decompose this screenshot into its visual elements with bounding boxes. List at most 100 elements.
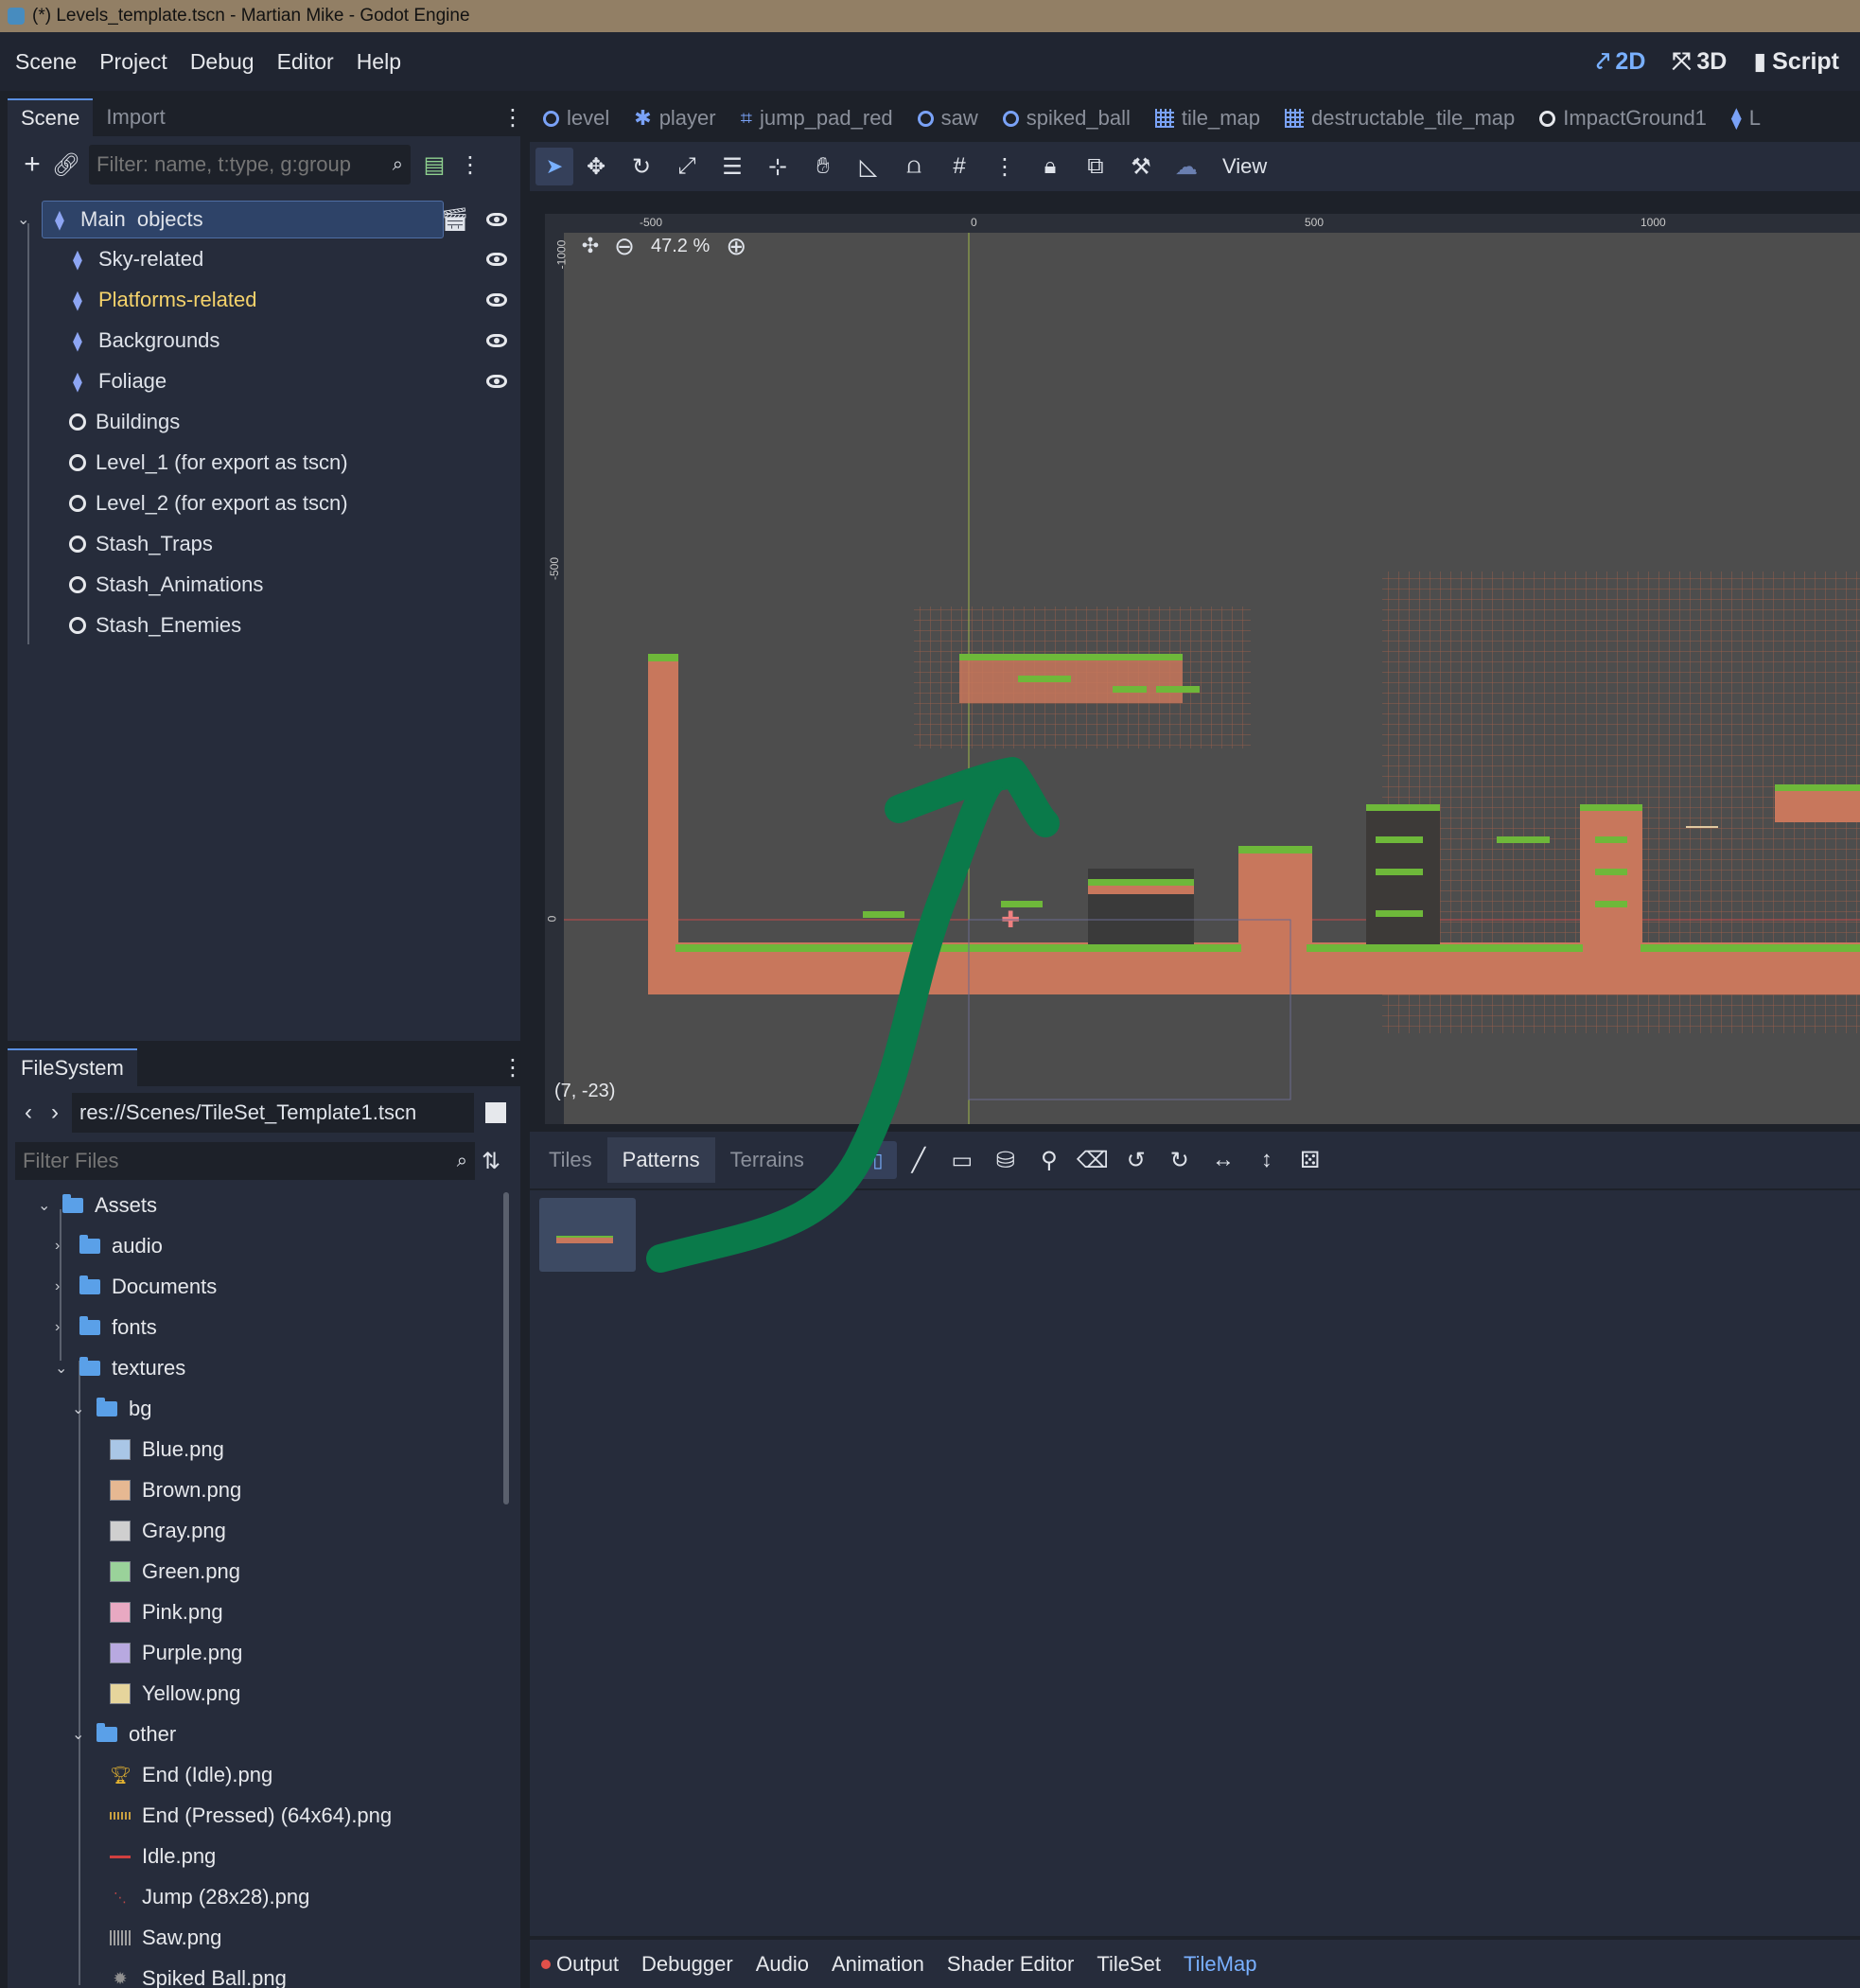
dock-menu-icon[interactable]: ⋮ [501, 1054, 520, 1082]
tab-filesystem[interactable]: FileSystem [8, 1048, 137, 1086]
zoom-out-icon[interactable]: ⊖ [607, 232, 641, 261]
chevron-down-icon[interactable]: ⌄ [72, 1725, 89, 1744]
editor-tab-destructable-tile-map[interactable]: destructable_tile_map [1285, 106, 1515, 131]
tree-node-sky-related[interactable]: ⧫ Sky-related [17, 240, 518, 278]
rotate-tool-icon[interactable]: ↻ [619, 153, 664, 181]
folder-fonts[interactable]: › fonts [55, 1309, 157, 1346]
rect-icon[interactable]: ▭ [940, 1147, 984, 1174]
file-end-pressed-png[interactable]: End (Pressed) (64x64).png [110, 1797, 392, 1835]
tab-terrains[interactable]: Terrains [714, 1137, 819, 1183]
scene-options-icon[interactable]: ⋮ [458, 151, 483, 179]
path-field[interactable]: res://Scenes/TileSet_Template1.tscn [72, 1093, 474, 1133]
bottom-tab-tileset[interactable]: TileSet [1097, 1952, 1161, 1977]
list-select-icon[interactable]: ☰ [710, 153, 755, 181]
folder-other[interactable]: ⌄ other [72, 1715, 176, 1753]
move-tool-icon[interactable]: ✥ [573, 153, 619, 181]
bottom-tab-output[interactable]: Output [556, 1952, 619, 1977]
editor-tab-tile-map[interactable]: tile_map [1154, 106, 1260, 131]
file-pink-png[interactable]: Pink.png [110, 1593, 223, 1631]
tab-tiles[interactable]: Tiles [534, 1137, 607, 1183]
tree-node-main-objects[interactable]: ⌄ ⧫ Main objects 🎬︎ [17, 201, 518, 238]
bottom-tab-debugger[interactable]: Debugger [641, 1952, 733, 1977]
folder-audio[interactable]: › audio [55, 1227, 163, 1265]
file-gray-png[interactable]: Gray.png [110, 1512, 226, 1550]
flip-horizontal-icon[interactable]: ↔ [1202, 1147, 1245, 1173]
workspace-script-button[interactable]: ▮ Script [1753, 47, 1839, 76]
clapperboard-icon[interactable]: 🎬︎ [441, 206, 469, 234]
tree-node-level-1[interactable]: Level_1 (for export as tscn) [17, 444, 518, 482]
picker-icon[interactable]: ⚲ [1027, 1147, 1071, 1174]
tile-select-button[interactable]: ▯ [858, 1141, 897, 1179]
visibility-eye-icon[interactable] [486, 293, 507, 307]
file-end-idle-png[interactable]: 🏆︎ End (Idle).png [110, 1756, 272, 1794]
tree-node-level-2[interactable]: Level_2 (for export as tscn) [17, 484, 518, 522]
tab-patterns[interactable]: Patterns [606, 1137, 715, 1183]
folder-assets[interactable]: ⌄ Assets [38, 1187, 157, 1224]
file-spiked-ball-png[interactable]: ✹ Spiked Ball.png [110, 1960, 286, 1988]
visibility-eye-icon[interactable] [486, 213, 507, 226]
attach-script-icon[interactable]: ▤ [411, 151, 458, 179]
tree-node-platforms-related[interactable]: ⧫ Platforms-related [17, 281, 518, 319]
bottom-tab-animation[interactable]: Animation [832, 1952, 924, 1977]
lock-icon[interactable]: 🔒︎ [1027, 153, 1073, 180]
dock-menu-icon[interactable]: ⋮ [501, 104, 524, 132]
select-tool-button[interactable]: ➤ [535, 148, 573, 185]
rotate-left-icon[interactable]: ↺ [1114, 1147, 1158, 1174]
add-node-icon[interactable]: + [17, 149, 47, 181]
tree-node-stash-traps[interactable]: Stash_Traps [17, 525, 518, 563]
grid-snap-icon[interactable]: # [937, 153, 982, 180]
bucket-icon[interactable]: ⛁ [984, 1147, 1027, 1174]
editor-tab-impactground1[interactable]: ImpactGround1 [1539, 106, 1707, 131]
tree-node-backgrounds[interactable]: ⧫ Backgrounds [17, 322, 518, 360]
visibility-eye-icon[interactable] [486, 253, 507, 266]
paint-icon[interactable]: ╱ [897, 1147, 940, 1174]
center-view-icon[interactable]: ✣ [573, 234, 607, 258]
tab-import[interactable]: Import [93, 98, 178, 136]
file-blue-png[interactable]: Blue.png [110, 1431, 224, 1469]
chevron-right-icon[interactable]: › [55, 1278, 72, 1295]
canvas-viewport[interactable]: -500 0 500 1000 -1000 -500 0 ✚ ✣ ⊖ 47.2 … [545, 214, 1860, 1124]
random-tile-icon[interactable]: ⚄ [1289, 1147, 1332, 1174]
menu-editor[interactable]: Editor [277, 49, 334, 75]
rotate-right-icon[interactable]: ↻ [1158, 1147, 1202, 1174]
workspace-3d-button[interactable]: ⤧ 3D [1672, 48, 1727, 76]
pattern-item[interactable] [539, 1198, 636, 1272]
zoom-in-icon[interactable]: ⊕ [719, 232, 753, 261]
pivot-tool-icon[interactable]: ⊹ [755, 153, 800, 181]
chevron-down-icon[interactable]: ⌄ [17, 210, 34, 229]
menu-help[interactable]: Help [357, 49, 401, 75]
file-green-png[interactable]: Green.png [110, 1553, 240, 1591]
editor-tab-l[interactable]: ⧫ L [1731, 106, 1761, 131]
folder-textures[interactable]: ⌄ textures [55, 1349, 185, 1387]
smart-snap-icon[interactable]: ⩍ [891, 153, 937, 180]
link-icon[interactable]: 🔗︎ [47, 151, 85, 179]
split-view-icon[interactable] [485, 1102, 506, 1123]
chevron-down-icon[interactable]: ⌄ [38, 1196, 55, 1215]
chevron-down-icon[interactable]: ⌄ [72, 1399, 89, 1418]
group-icon[interactable]: ⧉ [1073, 153, 1118, 180]
ruler-tool-icon[interactable]: ◺ [846, 153, 891, 181]
tree-node-stash-animations[interactable]: Stash_Animations [17, 566, 518, 604]
view-menu-button[interactable]: View [1222, 154, 1267, 179]
menu-debug[interactable]: Debug [190, 49, 254, 75]
file-brown-png[interactable]: Brown.png [110, 1471, 241, 1509]
bottom-tab-shader-editor[interactable]: Shader Editor [947, 1952, 1075, 1977]
tree-node-stash-enemies[interactable]: Stash_Enemies [17, 607, 518, 644]
file-saw-png[interactable]: Saw.png [110, 1919, 221, 1957]
editor-tab-spiked-ball[interactable]: spiked_ball [1002, 106, 1131, 131]
filesystem-scrollbar[interactable] [503, 1192, 509, 1504]
tree-node-foliage[interactable]: ⧫ Foliage [17, 362, 518, 400]
bottom-tab-audio[interactable]: Audio [756, 1952, 809, 1977]
menu-project[interactable]: Project [99, 49, 167, 75]
editor-tab-jump-pad-red[interactable]: ⌗ jump_pad_red [741, 106, 893, 131]
snap-options-icon[interactable]: ⋮ [982, 153, 1027, 181]
chevron-right-icon[interactable]: › [55, 1319, 72, 1336]
file-purple-png[interactable]: Purple.png [110, 1634, 242, 1672]
file-jump-png[interactable]: ⋱ Jump (28x28).png [110, 1878, 309, 1916]
forward-icon[interactable]: › [42, 1100, 68, 1126]
folder-bg[interactable]: ⌄ bg [72, 1390, 151, 1428]
menu-scene[interactable]: Scene [15, 49, 77, 75]
file-idle-png[interactable]: Idle.png [110, 1838, 216, 1875]
file-filter-input[interactable] [23, 1149, 457, 1173]
flip-vertical-icon[interactable]: ↕ [1245, 1147, 1289, 1173]
